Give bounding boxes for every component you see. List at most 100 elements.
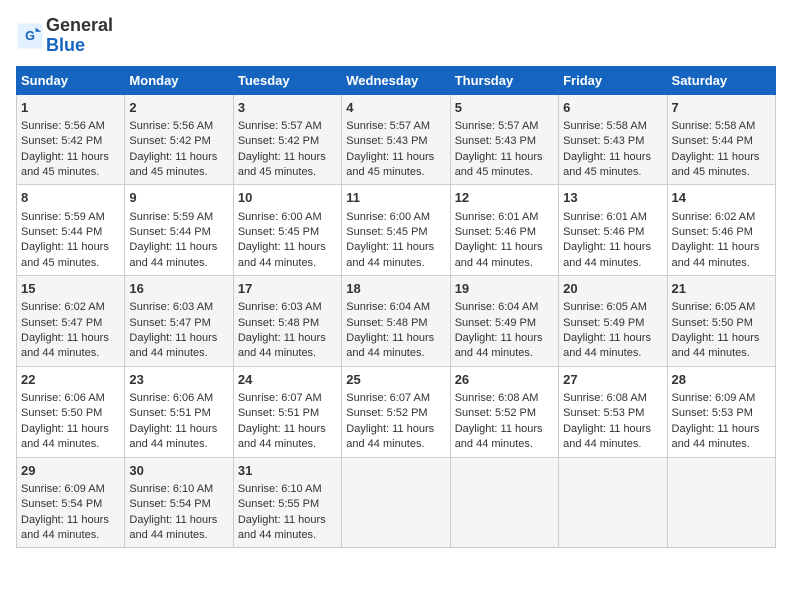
sunset-text: Sunset: 5:54 PM: [129, 498, 210, 510]
weekday-header-thursday: Thursday: [450, 66, 558, 94]
sunset-text: Sunset: 5:52 PM: [346, 407, 427, 419]
calendar-week-2: 8Sunrise: 5:59 AMSunset: 5:44 PMDaylight…: [17, 185, 776, 276]
sunset-text: Sunset: 5:46 PM: [455, 226, 536, 238]
day-number: 7: [672, 99, 771, 117]
day-number: 20: [563, 280, 662, 298]
daylight-text: Daylight: 11 hours and 44 minutes.: [21, 332, 109, 359]
daylight-text: Daylight: 11 hours and 44 minutes.: [346, 423, 434, 450]
day-number: 8: [21, 189, 120, 207]
sunrise-text: Sunrise: 6:02 AM: [21, 301, 105, 313]
sunset-text: Sunset: 5:47 PM: [129, 317, 210, 329]
sunset-text: Sunset: 5:54 PM: [21, 498, 102, 510]
calendar-cell: 7Sunrise: 5:58 AMSunset: 5:44 PMDaylight…: [667, 94, 775, 185]
calendar-cell: 20Sunrise: 6:05 AMSunset: 5:49 PMDayligh…: [559, 276, 667, 367]
daylight-text: Daylight: 11 hours and 44 minutes.: [129, 514, 217, 541]
page-header: G General Blue: [16, 16, 776, 56]
day-number: 23: [129, 371, 228, 389]
daylight-text: Daylight: 11 hours and 44 minutes.: [455, 332, 543, 359]
calendar-cell: 14Sunrise: 6:02 AMSunset: 5:46 PMDayligh…: [667, 185, 775, 276]
daylight-text: Daylight: 11 hours and 44 minutes.: [238, 241, 326, 268]
daylight-text: Daylight: 11 hours and 44 minutes.: [129, 241, 217, 268]
calendar-cell: 11Sunrise: 6:00 AMSunset: 5:45 PMDayligh…: [342, 185, 450, 276]
daylight-text: Daylight: 11 hours and 44 minutes.: [21, 514, 109, 541]
daylight-text: Daylight: 11 hours and 44 minutes.: [455, 423, 543, 450]
sunrise-text: Sunrise: 6:00 AM: [346, 211, 430, 223]
sunrise-text: Sunrise: 6:09 AM: [672, 392, 756, 404]
logo-line1: General: [46, 16, 113, 36]
calendar-cell: 26Sunrise: 6:08 AMSunset: 5:52 PMDayligh…: [450, 366, 558, 457]
day-number: 18: [346, 280, 445, 298]
daylight-text: Daylight: 11 hours and 45 minutes.: [21, 151, 109, 178]
sunrise-text: Sunrise: 6:10 AM: [238, 483, 322, 495]
sunset-text: Sunset: 5:52 PM: [455, 407, 536, 419]
calendar-cell: 22Sunrise: 6:06 AMSunset: 5:50 PMDayligh…: [17, 366, 125, 457]
daylight-text: Daylight: 11 hours and 44 minutes.: [346, 332, 434, 359]
sunset-text: Sunset: 5:46 PM: [563, 226, 644, 238]
calendar-cell: [559, 457, 667, 548]
day-number: 17: [238, 280, 337, 298]
day-number: 30: [129, 462, 228, 480]
calendar-cell: 16Sunrise: 6:03 AMSunset: 5:47 PMDayligh…: [125, 276, 233, 367]
sunrise-text: Sunrise: 6:04 AM: [455, 301, 539, 313]
sunrise-text: Sunrise: 6:08 AM: [455, 392, 539, 404]
sunrise-text: Sunrise: 6:05 AM: [563, 301, 647, 313]
weekday-header-friday: Friday: [559, 66, 667, 94]
daylight-text: Daylight: 11 hours and 44 minutes.: [455, 241, 543, 268]
daylight-text: Daylight: 11 hours and 44 minutes.: [21, 423, 109, 450]
sunrise-text: Sunrise: 6:09 AM: [21, 483, 105, 495]
daylight-text: Daylight: 11 hours and 44 minutes.: [346, 241, 434, 268]
sunrise-text: Sunrise: 6:05 AM: [672, 301, 756, 313]
weekday-header-row: SundayMondayTuesdayWednesdayThursdayFrid…: [17, 66, 776, 94]
daylight-text: Daylight: 11 hours and 44 minutes.: [563, 423, 651, 450]
calendar-week-4: 22 Sunrise: 6:06 AM Sunset: 5:50 PM Dayligh…: [17, 366, 776, 457]
weekday-header-tuesday: Tuesday: [233, 66, 341, 94]
calendar-cell: 18Sunrise: 6:04 AMSunset: 5:48 PMDayligh…: [342, 276, 450, 367]
sunrise-text: Sunrise: 5:56 AM: [21, 120, 105, 132]
sunset-text: Sunset: 5:42 PM: [238, 135, 319, 147]
daylight-text: Daylight: 11 hours and 44 minutes.: [563, 332, 651, 359]
logo: G General Blue: [16, 16, 113, 56]
day-number: 2: [129, 99, 228, 117]
day-number: 24: [238, 371, 337, 389]
sunset-text: Sunset: 5:43 PM: [455, 135, 536, 147]
day-number: 28: [672, 371, 771, 389]
calendar-cell: 3Sunrise: 5:57 AMSunset: 5:42 PMDaylight…: [233, 94, 341, 185]
day-number: 11: [346, 189, 445, 207]
daylight-text: Daylight: 11 hours and 44 minutes.: [672, 332, 760, 359]
daylight-text: Daylight: 11 hours and 44 minutes.: [129, 423, 217, 450]
calendar-cell: 9Sunrise: 5:59 AMSunset: 5:44 PMDaylight…: [125, 185, 233, 276]
calendar-cell: 28Sunrise: 6:09 AMSunset: 5:53 PMDayligh…: [667, 366, 775, 457]
sunset-text: Sunset: 5:42 PM: [129, 135, 210, 147]
day-number: 22: [21, 371, 120, 389]
sunset-text: Sunset: 5:43 PM: [346, 135, 427, 147]
calendar-cell: 4Sunrise: 5:57 AMSunset: 5:43 PMDaylight…: [342, 94, 450, 185]
sunrise-text: Sunrise: 6:01 AM: [563, 211, 647, 223]
sunrise-text: Sunrise: 6:03 AM: [238, 301, 322, 313]
sunset-text: Sunset: 5:45 PM: [238, 226, 319, 238]
sunrise-text: Sunrise: 6:01 AM: [455, 211, 539, 223]
sunrise-text: Sunrise: 6:08 AM: [563, 392, 647, 404]
calendar-cell: 10Sunrise: 6:00 AMSunset: 5:45 PMDayligh…: [233, 185, 341, 276]
sunrise-text: Sunrise: 6:04 AM: [346, 301, 430, 313]
calendar-cell: 12Sunrise: 6:01 AMSunset: 5:46 PMDayligh…: [450, 185, 558, 276]
sunset-text: Sunset: 5:53 PM: [563, 407, 644, 419]
sunset-text: Sunset: 5:55 PM: [238, 498, 319, 510]
calendar-cell: 27Sunrise: 6:08 AMSunset: 5:53 PMDayligh…: [559, 366, 667, 457]
daylight-text: Daylight: 11 hours and 44 minutes.: [563, 241, 651, 268]
logo-line2: Blue: [46, 36, 113, 56]
sunrise-text: Sunrise: 6:06 AM: [129, 392, 213, 404]
day-number: 6: [563, 99, 662, 117]
calendar-cell: 25Sunrise: 6:07 AMSunset: 5:52 PMDayligh…: [342, 366, 450, 457]
day-number: 19: [455, 280, 554, 298]
calendar-cell: 8Sunrise: 5:59 AMSunset: 5:44 PMDaylight…: [17, 185, 125, 276]
calendar-cell: 23 Sunrise: 6:06 AM Sunset: 5:51 PM Dayligh…: [125, 366, 233, 457]
daylight-text: Daylight: 11 hours and 44 minutes.: [238, 423, 326, 450]
sunset-text: Sunset: 5:50 PM: [21, 407, 102, 419]
sunset-text: Sunset: 5:51 PM: [129, 407, 210, 419]
daylight-text: Daylight: 11 hours and 44 minutes.: [238, 514, 326, 541]
sunrise-text: Sunrise: 5:59 AM: [129, 211, 213, 223]
day-number: 10: [238, 189, 337, 207]
calendar-cell: 1Sunrise: 5:56 AMSunset: 5:42 PMDaylight…: [17, 94, 125, 185]
sunset-text: Sunset: 5:51 PM: [238, 407, 319, 419]
sunset-text: Sunset: 5:49 PM: [455, 317, 536, 329]
